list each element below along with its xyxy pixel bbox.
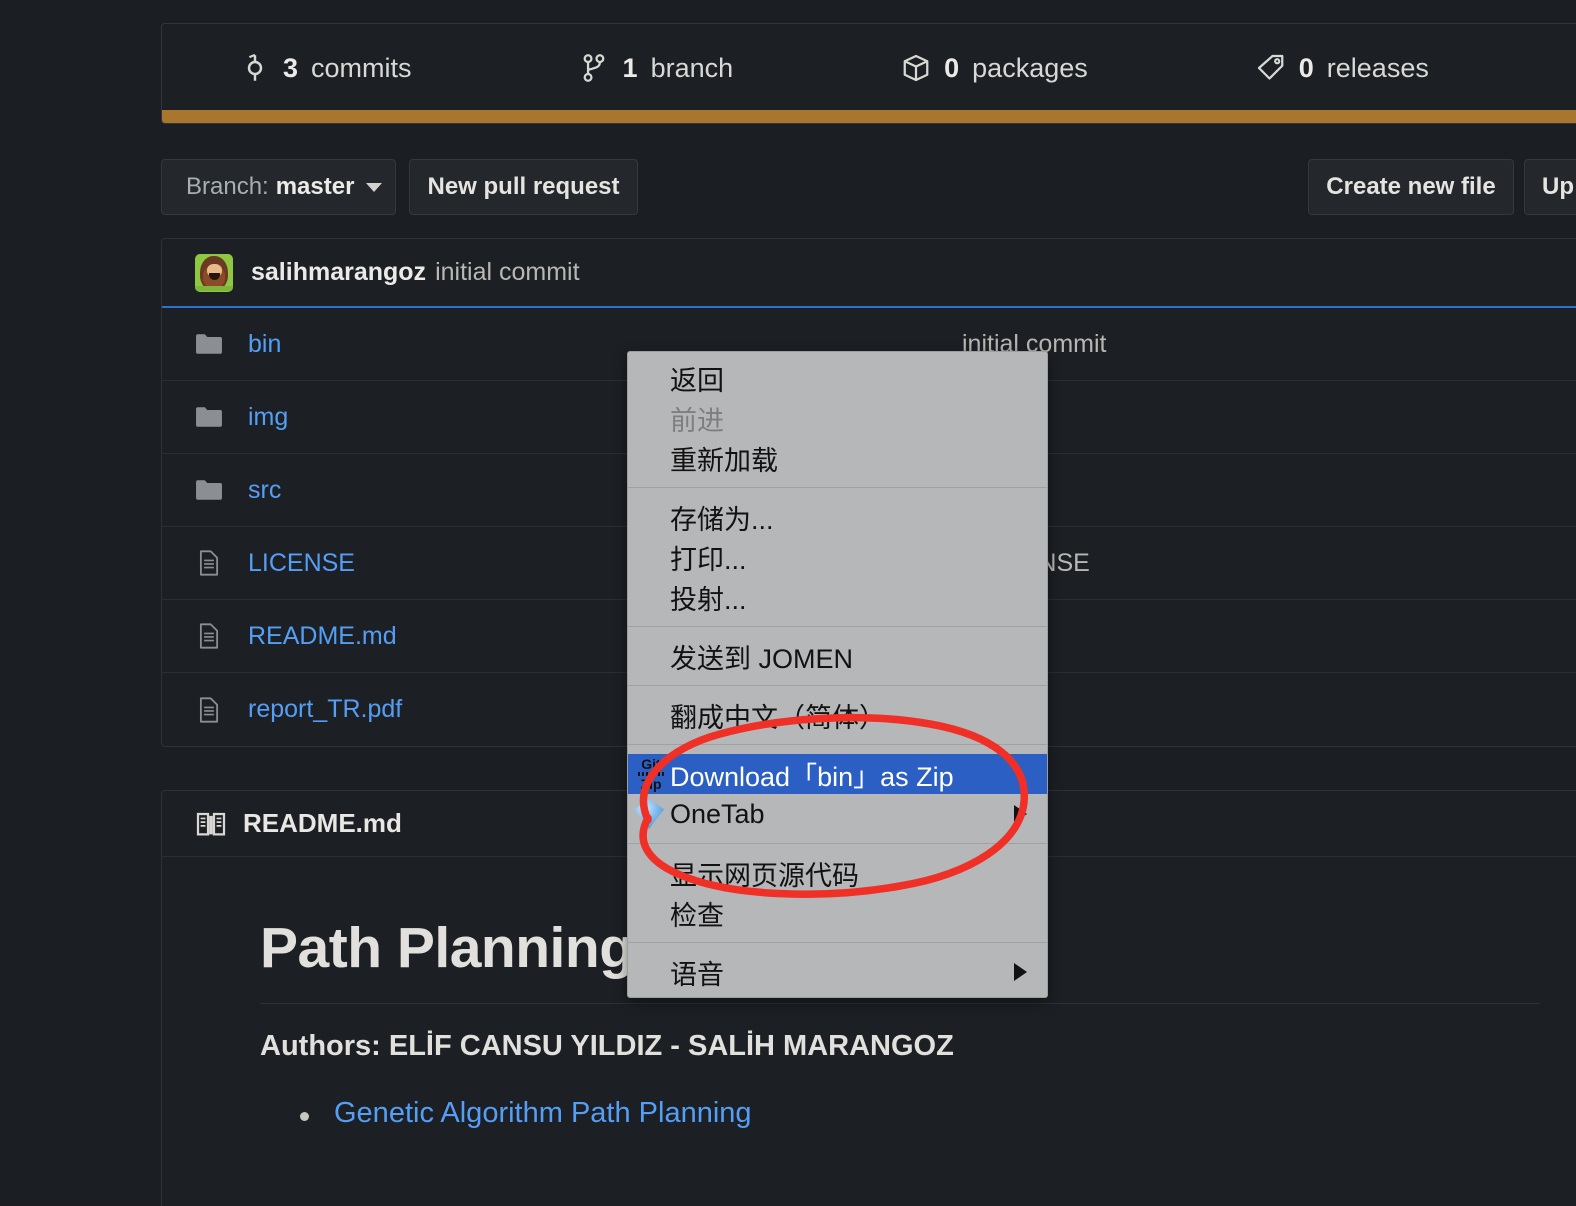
browser-context-menu: 返回 前进 重新加载 存储为... 打印... 投射... 发送到 JOMEN …: [627, 351, 1048, 998]
menu-item-forward: 前进: [628, 398, 1047, 438]
file-link[interactable]: img: [248, 403, 288, 432]
readme-link[interactable]: Genetic Algorithm Path Planning: [334, 1097, 752, 1129]
divider: [260, 1003, 1540, 1004]
folder-icon: [195, 404, 223, 430]
menu-item-label: 存储为...: [670, 504, 774, 535]
menu-item-back[interactable]: 返回: [628, 358, 1047, 398]
stat-packages[interactable]: 0 packages: [901, 53, 1088, 84]
menu-item-label: OneTab: [670, 798, 765, 829]
authors-line: Authors: ELİF CANSU YILDIZ - SALİH MARAN…: [260, 1030, 954, 1062]
menu-item-label: 语音: [670, 959, 724, 990]
avatar[interactable]: [195, 253, 233, 292]
chevron-right-icon: [1014, 963, 1027, 981]
menu-item-save-as[interactable]: 存储为...: [628, 497, 1047, 537]
tag-icon: [1256, 53, 1286, 83]
menu-separator: [628, 744, 1047, 745]
menu-item-send-to-device[interactable]: 发送到 JOMEN: [628, 636, 1047, 676]
menu-item-label: 投射...: [670, 584, 747, 615]
commit-author-link[interactable]: salihmarangoz: [251, 258, 426, 287]
menu-item-download-bin-as-zip[interactable]: Git Zip Download「bin」as Zip: [628, 754, 1047, 794]
readme-link-list: Genetic Algorithm Path Planning: [260, 1097, 1576, 1130]
menu-item-label: 重新加载: [670, 445, 778, 476]
commit-message[interactable]: initial commit: [435, 258, 579, 287]
menu-item-label: 前进: [670, 405, 724, 436]
file-link[interactable]: bin: [248, 330, 281, 359]
folder-icon: [195, 331, 223, 357]
screenshot-root: 3 commits 1 branch 0 packages 0 releases…: [0, 0, 1576, 1206]
menu-item-view-source[interactable]: 显示网页源代码: [628, 853, 1047, 893]
menu-item-label: 检查: [670, 900, 724, 931]
menu-item-print[interactable]: 打印...: [628, 537, 1047, 577]
repo-stats-bar: 3 commits 1 branch 0 packages 0 releases: [161, 23, 1576, 124]
file-link[interactable]: report_TR.pdf: [248, 695, 402, 724]
stat-packages-count: 0: [944, 52, 960, 83]
create-new-file-button[interactable]: Create new file: [1308, 159, 1514, 215]
chevron-down-icon: [366, 182, 383, 192]
menu-item-label: 发送到 JOMEN: [670, 643, 854, 674]
file-link[interactable]: src: [248, 476, 281, 505]
menu-item-reload[interactable]: 重新加载: [628, 438, 1047, 478]
file-link[interactable]: README.md: [248, 622, 397, 651]
menu-item-onetab[interactable]: OneTab: [628, 794, 1047, 834]
stat-branches-count: 1: [622, 52, 638, 83]
create-new-file-label: Create new file: [1326, 173, 1496, 200]
package-icon: [901, 53, 931, 83]
stat-releases-count: 0: [1298, 52, 1314, 83]
stat-commits-count: 3: [283, 52, 299, 83]
stat-packages-label: packages: [972, 52, 1088, 83]
menu-item-label: Download「bin」as Zip: [670, 761, 954, 792]
menu-separator: [628, 942, 1047, 943]
upload-files-label: Up: [1542, 173, 1574, 200]
upload-files-button[interactable]: Up: [1524, 159, 1576, 215]
file-link[interactable]: LICENSE: [248, 549, 355, 578]
branch-selector-button[interactable]: Branch: master: [161, 159, 396, 215]
menu-separator: [628, 843, 1047, 844]
stat-releases-label: releases: [1326, 52, 1429, 83]
stat-branches-label: branch: [650, 52, 734, 83]
menu-separator: [628, 487, 1047, 488]
readme-title: README.md: [243, 808, 402, 838]
repo-action-row: Branch: master New pull request Create n…: [161, 159, 1576, 215]
menu-item-translate[interactable]: 翻成中文（简体）: [628, 695, 1047, 735]
file-icon: [195, 696, 223, 723]
menu-separator: [628, 626, 1047, 627]
stat-branches[interactable]: 1 branch: [580, 52, 734, 84]
branch-name-label: master: [275, 173, 355, 200]
menu-item-cast[interactable]: 投射...: [628, 577, 1047, 617]
stat-commits[interactable]: 3 commits: [240, 53, 412, 84]
branch-icon: [580, 53, 610, 83]
file-icon: [195, 623, 223, 649]
menu-item-inspect[interactable]: 检查: [628, 893, 1047, 933]
folder-icon: [195, 477, 223, 503]
menu-item-speech[interactable]: 语音: [628, 952, 1047, 992]
menu-separator: [628, 685, 1047, 686]
file-icon: [195, 550, 223, 576]
language-color-bar: [162, 110, 1576, 123]
latest-commit-row: salihmarangoz initial commit: [162, 239, 1576, 308]
chevron-right-icon: [1014, 805, 1027, 823]
menu-item-label: 翻成中文（简体）: [670, 702, 886, 733]
stat-commits-label: commits: [311, 52, 412, 83]
gitzip-icon: Git Zip: [634, 757, 668, 791]
list-item: Genetic Algorithm Path Planning: [288, 1097, 1576, 1130]
stat-releases[interactable]: 0 releases: [1256, 53, 1429, 84]
menu-item-label: 打印...: [670, 544, 747, 575]
onetab-icon: [634, 799, 664, 829]
new-pull-request-button[interactable]: New pull request: [409, 159, 638, 215]
new-pull-request-label: New pull request: [427, 173, 620, 200]
commit-icon: [240, 53, 270, 83]
branch-prefix-label: Branch:: [186, 173, 269, 200]
menu-item-label: 返回: [670, 365, 724, 396]
menu-item-label: 显示网页源代码: [670, 860, 859, 891]
book-icon: [195, 811, 227, 837]
